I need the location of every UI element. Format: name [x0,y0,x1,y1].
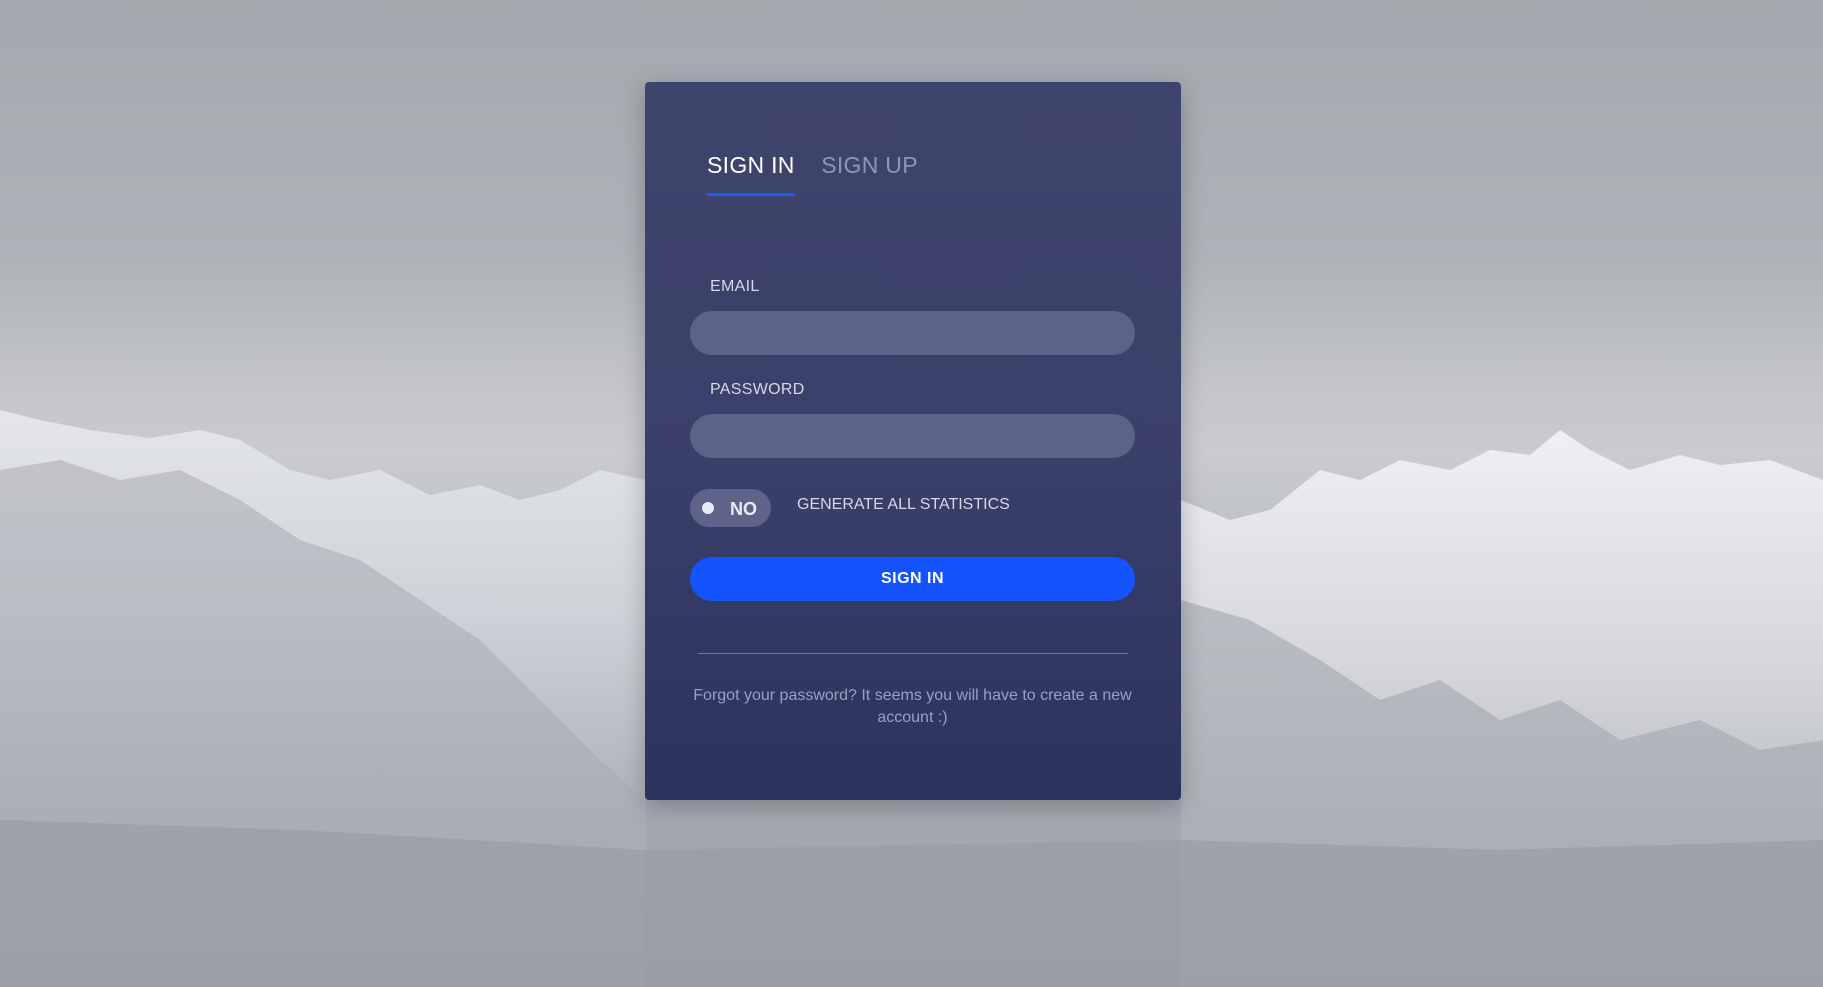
divider [698,653,1128,654]
tab-sign-up[interactable]: SIGN UP [821,152,918,193]
toggle-state-text: NO [730,499,757,519]
password-label: PASSWORD [710,381,805,398]
password-field[interactable] [690,414,1135,458]
statistics-toggle[interactable]: NO [690,489,771,527]
tab-sign-in[interactable]: SIGN IN [707,152,795,196]
forgot-password-text: Forgot your password? It seems you will … [693,687,1132,726]
toggle-knob [702,502,714,514]
toggle-label: GENERATE ALL STATISTICS [797,496,1010,513]
sign-in-button[interactable]: SIGN IN [690,557,1135,601]
email-label: EMAIL [710,278,760,295]
email-field[interactable] [690,311,1135,355]
sign-in-card: SIGN IN SIGN UP EMAIL PASSWORD NO GENERA… [645,82,1181,800]
auth-tabs: SIGN IN SIGN UP [707,152,940,204]
